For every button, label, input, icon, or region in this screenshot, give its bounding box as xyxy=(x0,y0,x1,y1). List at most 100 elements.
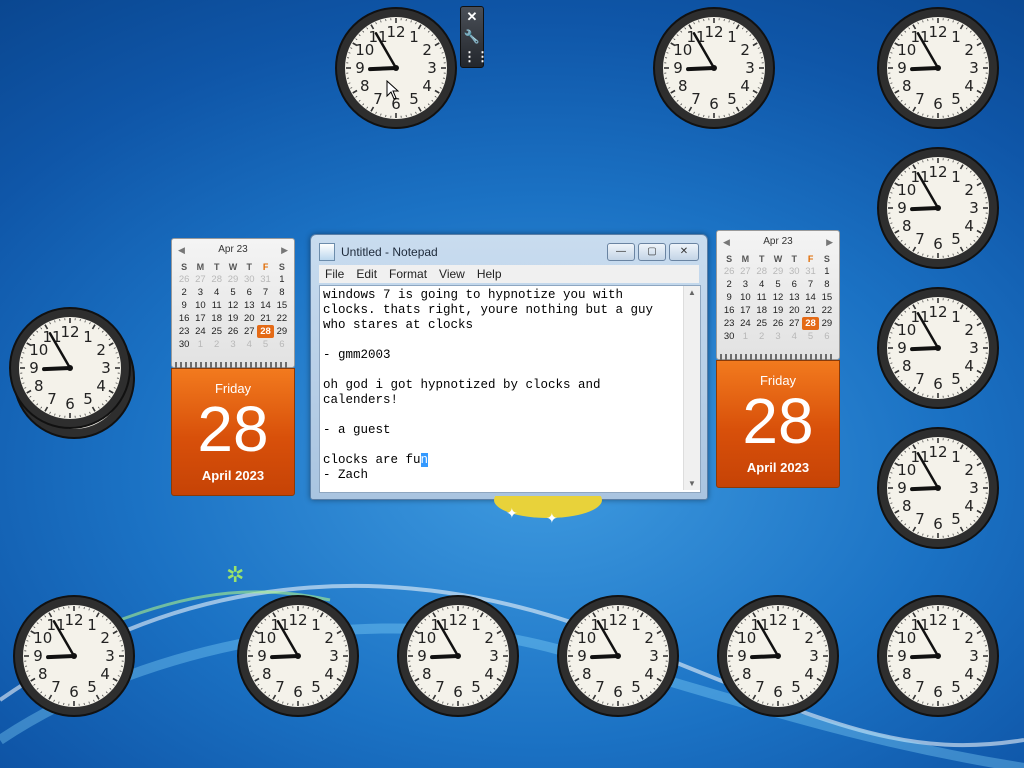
calendar-day[interactable]: 2 xyxy=(176,286,192,299)
clock-gadget[interactable]: 121234567891011 xyxy=(334,6,458,130)
calendar-day[interactable]: 5 xyxy=(770,278,786,291)
calendar-day[interactable]: 8 xyxy=(274,286,290,299)
calendar-day[interactable]: 2 xyxy=(754,330,770,343)
calendar-day[interactable]: 24 xyxy=(737,317,753,330)
calendar-day[interactable]: 1 xyxy=(274,273,290,286)
clock-gadget[interactable]: 121234567891011 xyxy=(12,594,136,718)
menu-view[interactable]: View xyxy=(433,265,471,283)
calendar-gadget[interactable]: ◀ Apr 23 ▶ S M T W T F S 26 27 28 29 30 31 1 2 3 4 5 6 7 8 9 1… xyxy=(171,238,295,496)
clock-gadget[interactable]: 121234567891011 xyxy=(716,594,840,718)
close-icon[interactable]: ✕ xyxy=(463,9,481,25)
calendar-day[interactable]: 18 xyxy=(754,304,770,317)
calendar-day[interactable]: 27 xyxy=(241,325,257,338)
calendar-day[interactable]: 22 xyxy=(819,304,835,317)
calendar-day[interactable]: 26 xyxy=(176,273,192,286)
wrench-icon[interactable]: 🔧 xyxy=(463,29,481,45)
calendar-day[interactable]: 29 xyxy=(274,325,290,338)
calendar-day[interactable]: 29 xyxy=(819,317,835,330)
calendar-day[interactable]: 26 xyxy=(770,317,786,330)
calendar-day[interactable]: 6 xyxy=(786,278,802,291)
calendar-day[interactable]: 31 xyxy=(257,273,273,286)
calendar-day[interactable]: 30 xyxy=(176,338,192,351)
menu-file[interactable]: File xyxy=(319,265,350,283)
clock-gadget[interactable]: 121234567891011 xyxy=(652,6,776,130)
calendar-day[interactable]: 11 xyxy=(754,291,770,304)
calendar-day[interactable]: 28 xyxy=(257,325,274,338)
prev-month-arrow-icon[interactable]: ◀ xyxy=(178,239,185,261)
calendar-day[interactable]: 6 xyxy=(819,330,835,343)
calendar-day[interactable]: 17 xyxy=(192,312,208,325)
calendar-day[interactable]: 10 xyxy=(192,299,208,312)
calendar-day[interactable]: 3 xyxy=(225,338,241,351)
calendar-day[interactable]: 1 xyxy=(737,330,753,343)
calendar-day[interactable]: 18 xyxy=(209,312,225,325)
calendar-day[interactable]: 27 xyxy=(192,273,208,286)
calendar-day[interactable]: 23 xyxy=(176,325,192,338)
calendar-day[interactable]: 4 xyxy=(786,330,802,343)
calendar-day[interactable]: 26 xyxy=(225,325,241,338)
calendar-day[interactable]: 17 xyxy=(737,304,753,317)
calendar-day[interactable]: 14 xyxy=(257,299,273,312)
calendar-day[interactable]: 5 xyxy=(225,286,241,299)
calendar-day[interactable]: 9 xyxy=(176,299,192,312)
calendar-day[interactable]: 1 xyxy=(819,265,835,278)
close-button[interactable]: ✕ xyxy=(669,243,699,261)
clock-gadget[interactable]: 121234567891011 xyxy=(876,146,1000,270)
calendar-day[interactable]: 16 xyxy=(721,304,737,317)
calendar-day[interactable]: 2 xyxy=(209,338,225,351)
calendar-day[interactable]: 10 xyxy=(737,291,753,304)
calendar-day[interactable]: 20 xyxy=(786,304,802,317)
calendar-day[interactable]: 4 xyxy=(209,286,225,299)
calendar-day[interactable]: 19 xyxy=(770,304,786,317)
clock-gadget[interactable]: 121234567891011 xyxy=(8,306,132,430)
calendar-day[interactable]: 28 xyxy=(209,273,225,286)
calendar-day[interactable]: 11 xyxy=(209,299,225,312)
calendar-day[interactable]: 19 xyxy=(225,312,241,325)
calendar-day[interactable]: 16 xyxy=(176,312,192,325)
calendar-day[interactable]: 8 xyxy=(819,278,835,291)
calendar-day[interactable]: 14 xyxy=(802,291,818,304)
calendar-day[interactable]: 23 xyxy=(721,317,737,330)
calendar-day[interactable]: 21 xyxy=(257,312,273,325)
drag-grip-icon[interactable]: ⋮⋮ xyxy=(463,49,489,65)
calendar-day[interactable]: 5 xyxy=(802,330,818,343)
calendar-day[interactable]: 31 xyxy=(802,265,818,278)
prev-month-arrow-icon[interactable]: ◀ xyxy=(723,231,730,253)
calendar-day[interactable]: 3 xyxy=(192,286,208,299)
minimize-button[interactable]: — xyxy=(607,243,635,261)
next-month-arrow-icon[interactable]: ▶ xyxy=(826,231,833,253)
calendar-day[interactable]: 15 xyxy=(819,291,835,304)
maximize-button[interactable]: ▢ xyxy=(638,243,666,261)
next-month-arrow-icon[interactable]: ▶ xyxy=(281,239,288,261)
clock-gadget[interactable]: 121234567891011 xyxy=(876,6,1000,130)
calendar-day[interactable]: 7 xyxy=(802,278,818,291)
notepad-titlebar[interactable]: Untitled - Notepad xyxy=(319,243,438,261)
calendar-day[interactable]: 12 xyxy=(770,291,786,304)
clock-gadget[interactable]: 121234567891011 xyxy=(396,594,520,718)
clock-gadget[interactable]: 121234567891011 xyxy=(876,286,1000,410)
clock-gadget[interactable]: 121234567891011 xyxy=(236,594,360,718)
calendar-day[interactable]: 28 xyxy=(802,317,819,330)
calendar-day[interactable]: 1 xyxy=(192,338,208,351)
calendar-day[interactable]: 25 xyxy=(754,317,770,330)
calendar-day[interactable]: 29 xyxy=(770,265,786,278)
calendar-day[interactable]: 27 xyxy=(737,265,753,278)
vertical-scrollbar[interactable]: ▲ ▼ xyxy=(683,286,700,490)
calendar-day[interactable]: 5 xyxy=(257,338,273,351)
notepad-text-area[interactable]: windows 7 is going to hypnotize you with… xyxy=(319,285,701,493)
calendar-day[interactable]: 3 xyxy=(737,278,753,291)
calendar-day[interactable]: 4 xyxy=(241,338,257,351)
menu-help[interactable]: Help xyxy=(471,265,508,283)
calendar-day[interactable]: 21 xyxy=(802,304,818,317)
calendar-day[interactable]: 30 xyxy=(786,265,802,278)
calendar-day[interactable]: 13 xyxy=(786,291,802,304)
calendar-day[interactable]: 20 xyxy=(241,312,257,325)
calendar-day[interactable]: 9 xyxy=(721,291,737,304)
calendar-day[interactable]: 7 xyxy=(257,286,273,299)
calendar-day[interactable]: 6 xyxy=(274,338,290,351)
clock-gadget[interactable]: 121234567891011 xyxy=(876,426,1000,550)
calendar-day[interactable]: 6 xyxy=(241,286,257,299)
calendar-day[interactable]: 13 xyxy=(241,299,257,312)
calendar-day[interactable]: 30 xyxy=(721,330,737,343)
scroll-down-arrow-icon[interactable]: ▼ xyxy=(684,479,700,488)
